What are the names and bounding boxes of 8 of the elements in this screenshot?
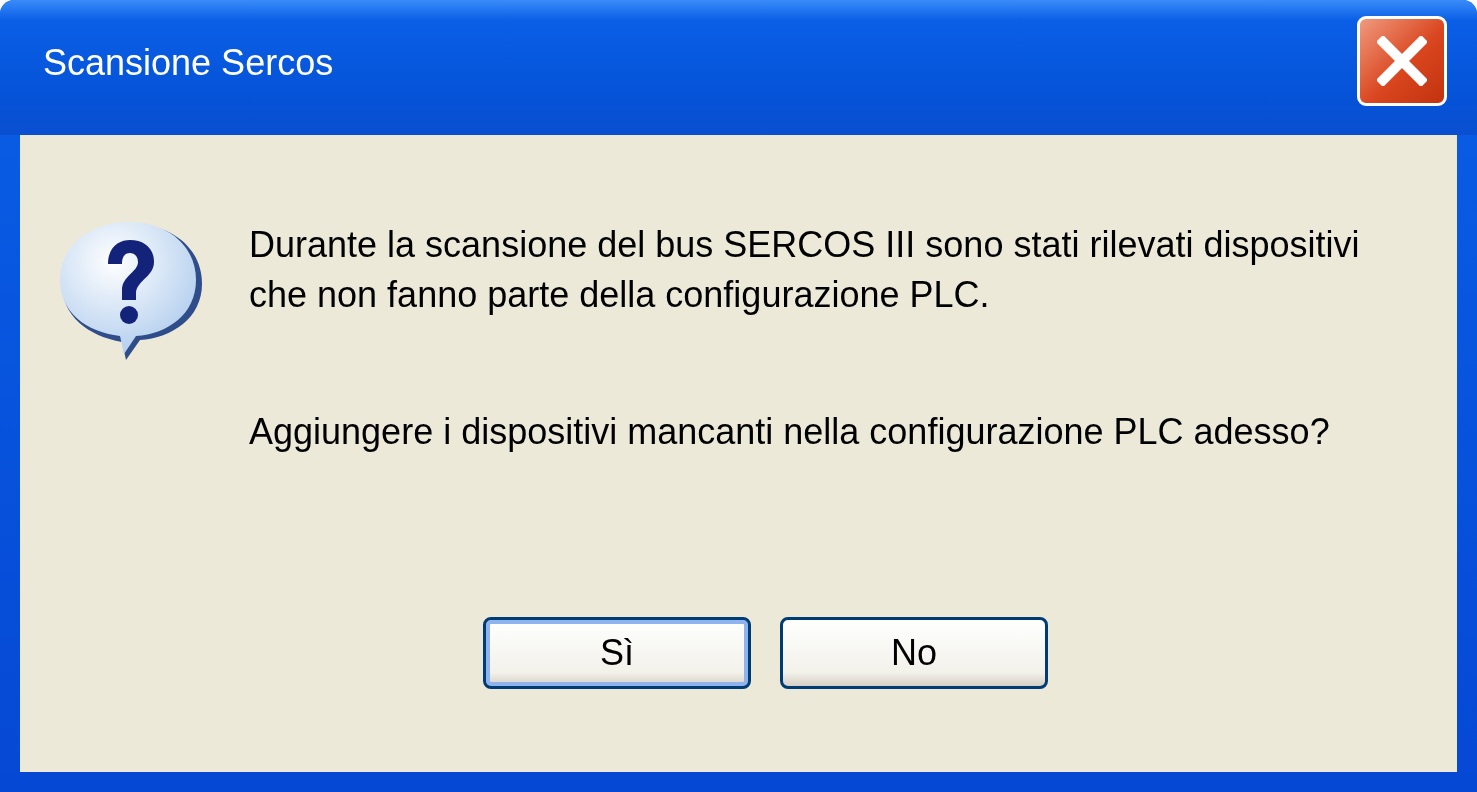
- question-icon: [60, 220, 202, 362]
- close-icon: [1377, 35, 1427, 86]
- message-text: Aggiungere i dispositivi mancanti nella configurazione PLC adesso?: [249, 410, 1331, 454]
- close-button[interactable]: [1357, 15, 1447, 106]
- dialog-button[interactable]: No: [780, 617, 1048, 689]
- dialog-button[interactable]: Sì: [483, 617, 751, 689]
- window-title: Scansione Sercos: [43, 41, 334, 85]
- message-text: Durante la scansione del bus SERCOS III sono stati rilevati dispositivi che non fanno parte della configurazione PLC.: [249, 223, 1361, 317]
